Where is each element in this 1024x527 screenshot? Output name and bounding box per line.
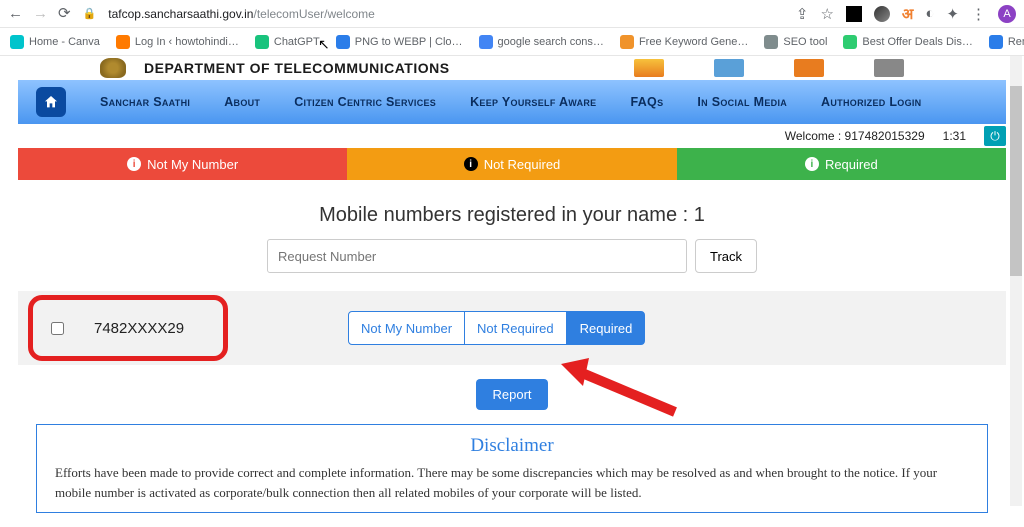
- bookmark-label: Free Keyword Gene…: [639, 36, 748, 48]
- partner-logo: [634, 59, 664, 77]
- disclaimer-box: Disclaimer Efforts have been made to pro…: [36, 424, 988, 513]
- action-button-group: Not My Number Not Required Required: [348, 311, 645, 345]
- btn-required[interactable]: Required: [567, 311, 646, 345]
- bookmark-favicon: [255, 35, 269, 49]
- back-icon[interactable]: ←: [8, 6, 23, 21]
- url-path: /telecomUser/welcome: [253, 7, 374, 21]
- number-row: 7482XXXX29 Not My Number Not Required Re…: [18, 291, 1006, 365]
- nav-authorized-login[interactable]: Authorized Login: [821, 95, 921, 109]
- bookmark-label: PNG to WEBP | Clo…: [355, 36, 463, 48]
- bookmark-label: Log In ‹ howtohindi…: [135, 36, 239, 48]
- scrollbar-thumb[interactable]: [1010, 86, 1022, 276]
- browser-toolbar: ← → ⟳ 🔒 tafcop.sancharsaathi.gov.in/tele…: [0, 0, 1024, 28]
- bookmark-item[interactable]: google search cons…: [479, 35, 604, 49]
- request-number-input[interactable]: [267, 239, 687, 273]
- home-icon: [43, 94, 59, 110]
- tab-label: Required: [825, 157, 878, 172]
- ext-icon-3[interactable]: अ: [902, 4, 913, 24]
- bookmark-label: ChatGPT: [274, 36, 320, 48]
- page-heading: Mobile numbers registered in your name :…: [18, 204, 1006, 227]
- nav-about[interactable]: About: [224, 95, 260, 109]
- extensions-icon[interactable]: ✦: [946, 5, 959, 23]
- partner-logo: [714, 59, 744, 77]
- bookmark-item[interactable]: SEO tool: [764, 35, 827, 49]
- info-icon: i: [464, 157, 478, 171]
- bookmark-favicon: [479, 35, 493, 49]
- disclaimer-text: Efforts have been made to provide correc…: [55, 463, 969, 502]
- partner-logo: [874, 59, 904, 77]
- tab-not-my-number[interactable]: i Not My Number: [18, 148, 347, 180]
- partner-logo: [794, 59, 824, 77]
- bookmark-label: SEO tool: [783, 36, 827, 48]
- bookmarks-bar: Home - Canva Log In ‹ howtohindi… ChatGPT P…: [0, 28, 1024, 56]
- main-nav: Sanchar Saathi About Citizen Centric Ser…: [18, 80, 1006, 124]
- btn-not-required[interactable]: Not Required: [465, 311, 567, 345]
- bookmark-item[interactable]: Home - Canva: [10, 35, 100, 49]
- bookmark-label: google search cons…: [498, 36, 604, 48]
- bookmark-favicon: [620, 35, 634, 49]
- btn-not-my-number[interactable]: Not My Number: [348, 311, 465, 345]
- emblem-icon: [100, 58, 126, 78]
- bookmark-item[interactable]: Remove Bg: Upload…: [989, 35, 1024, 49]
- lock-icon: 🔒: [83, 7, 97, 20]
- tab-required[interactable]: i Required: [677, 148, 1006, 180]
- reload-icon[interactable]: ⟳: [58, 6, 71, 21]
- home-button[interactable]: [36, 87, 66, 117]
- bookmark-item[interactable]: Free Keyword Gene…: [620, 35, 748, 49]
- tab-not-required[interactable]: i Not Required: [347, 148, 676, 180]
- url-host: tafcop.sancharsaathi.gov.in: [108, 7, 253, 21]
- menu-icon[interactable]: ⋮: [971, 5, 986, 23]
- nav-social-media[interactable]: In Social Media: [697, 95, 787, 109]
- main-content: Mobile numbers registered in your name :…: [18, 180, 1006, 527]
- share-icon[interactable]: ⇪: [796, 5, 809, 23]
- ext-icon-1[interactable]: [846, 6, 862, 22]
- tab-label: Not My Number: [147, 157, 238, 172]
- mobile-number: 7482XXXX29: [94, 320, 184, 337]
- department-header: DEPARTMENT OF TELECOMMUNICATIONS: [0, 56, 1024, 80]
- track-button[interactable]: Track: [695, 239, 757, 273]
- forward-icon[interactable]: →: [33, 6, 48, 21]
- ext-icon-2[interactable]: [874, 6, 890, 22]
- bookmark-label: Best Offer Deals Dis…: [862, 36, 972, 48]
- profile-avatar[interactable]: A: [998, 5, 1016, 23]
- bookmark-favicon: [10, 35, 24, 49]
- report-button[interactable]: Report: [476, 379, 547, 410]
- bookmark-item[interactable]: PNG to WEBP | Clo…: [336, 35, 463, 49]
- bookmark-favicon: [989, 35, 1003, 49]
- bookmark-item[interactable]: Best Offer Deals Dis…: [843, 35, 972, 49]
- tab-label: Not Required: [484, 157, 561, 172]
- bookmark-item[interactable]: Log In ‹ howtohindi…: [116, 35, 239, 49]
- number-checkbox[interactable]: [51, 322, 64, 335]
- bookmark-favicon: [336, 35, 350, 49]
- info-icon: i: [805, 157, 819, 171]
- address-bar[interactable]: tafcop.sancharsaathi.gov.in/telecomUser/…: [108, 7, 784, 21]
- welcome-bar: Welcome : 917482015329 1:31 ⏻: [0, 124, 1024, 148]
- nav-faqs[interactable]: FAQs: [630, 95, 663, 109]
- bookmark-label: Home - Canva: [29, 36, 100, 48]
- nav-sanchar-saathi[interactable]: Sanchar Saathi: [100, 95, 190, 109]
- nav-citizen-services[interactable]: Citizen Centric Services: [294, 95, 436, 109]
- session-time: 1:31: [943, 129, 966, 143]
- info-icon: i: [127, 157, 141, 171]
- welcome-text: Welcome : 917482015329: [785, 129, 925, 143]
- star-icon[interactable]: ☆: [820, 5, 833, 23]
- bookmark-item[interactable]: ChatGPT: [255, 35, 320, 49]
- disclaimer-title: Disclaimer: [55, 435, 969, 457]
- nav-keep-aware[interactable]: Keep Yourself Aware: [470, 95, 596, 109]
- ext-icon-4[interactable]: ◐: [925, 5, 934, 22]
- bookmark-favicon: [764, 35, 778, 49]
- scrollbar[interactable]: [1010, 56, 1022, 506]
- bookmark-favicon: [116, 35, 130, 49]
- bookmark-label: Remove Bg: Upload…: [1008, 36, 1024, 48]
- dept-title: DEPARTMENT OF TELECOMMUNICATIONS: [144, 60, 450, 76]
- number-highlight: 7482XXXX29: [28, 295, 228, 361]
- status-tabs: i Not My Number i Not Required i Required: [18, 148, 1006, 180]
- bookmark-favicon: [843, 35, 857, 49]
- logout-button[interactable]: ⏻: [984, 126, 1006, 146]
